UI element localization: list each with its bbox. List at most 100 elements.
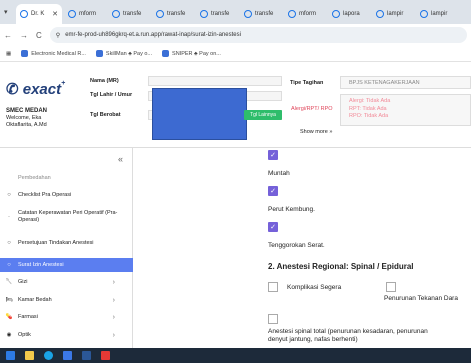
option-tenggorokan: Tenggorokan Serat.	[268, 242, 325, 249]
alergi-label: Alergi/RPT/ RPO	[291, 106, 333, 112]
sidebar-item-label: Pembedahan	[18, 174, 51, 181]
option-perut-kembung: Perut Kembung.	[268, 206, 315, 213]
sidebar-item-label: Checklist Pra Operasi	[18, 191, 72, 198]
checkbox-unchecked[interactable]	[268, 282, 278, 292]
chevron-right-icon: ›	[112, 296, 115, 304]
sidebar-item-kamar-bedah[interactable]: 🛏 Kamar Bedah ›	[0, 293, 133, 307]
browser-tab[interactable]: transfe	[196, 4, 238, 24]
checkbox-checked[interactable]: ✓	[268, 186, 278, 196]
bed-icon: 🛏	[5, 296, 13, 303]
sidebar-item-checklist[interactable]: ○ Checklist Pra Operasi	[0, 188, 133, 202]
main-form: ✓ Muntah ✓ Perut Kembung. ✓ Tenggorokan …	[134, 148, 471, 348]
sidebar-item-label: Kamar Bedah	[18, 296, 52, 303]
org-name: SMEC MEDAN	[6, 108, 48, 114]
site-info-icon[interactable]: ⚲	[56, 32, 60, 39]
tab-label: lapora	[343, 11, 360, 17]
sidebar-item-pembedahan[interactable]: Pembedahan	[0, 173, 133, 183]
windows-start-icon[interactable]	[6, 351, 15, 360]
option-komplikasi-segera: Komplikasi Segera	[287, 284, 342, 291]
browser-tab[interactable]: Dr. K ✕	[16, 4, 62, 24]
sidebar-item-optik[interactable]: ◉ Optik ›	[0, 328, 133, 342]
tab-label: transfe	[255, 11, 274, 17]
label-tgl-lahir: Tgl Lahir / Umur	[90, 92, 133, 98]
circle-icon: ○	[7, 239, 11, 246]
tab-favicon-icon	[20, 10, 28, 18]
browser-tab-bar: ▾ Dr. K ✕ mform transfe transfe transfe t…	[0, 0, 471, 24]
edge-browser-icon[interactable]	[44, 351, 53, 360]
os-taskbar	[0, 348, 471, 363]
tab-label: transfe	[211, 11, 230, 17]
tgl-lainnya-button[interactable]: Tgl Lainnya	[244, 110, 282, 120]
bookmark-icon	[162, 50, 170, 57]
label-nama: Nama (MR)	[90, 78, 119, 84]
tab-favicon-icon	[244, 10, 252, 18]
tab-favicon-icon	[376, 10, 384, 18]
browser-tab[interactable]: transfe	[108, 4, 150, 24]
browser-tab[interactable]: transfe	[152, 4, 194, 24]
tab-favicon-icon	[156, 10, 164, 18]
sidebar-item-persetujuan[interactable]: ○ Persetujuan Tindakan Anestesi	[0, 232, 133, 254]
forward-icon[interactable]: →	[20, 31, 28, 40]
checkbox-checked[interactable]: ✓	[268, 222, 278, 232]
checkbox-unchecked[interactable]	[268, 314, 278, 324]
word-icon[interactable]	[82, 351, 91, 360]
browser-tab[interactable]: transfe	[240, 4, 282, 24]
tab-search-icon[interactable]: ▾	[4, 8, 8, 16]
checkbox-unchecked[interactable]	[386, 282, 396, 292]
eye-icon: ◉	[6, 331, 12, 338]
browser-tab[interactable]: lampir	[416, 4, 458, 24]
sidebar-item-label: Farmasi	[18, 313, 38, 320]
reload-icon[interactable]: C	[36, 31, 42, 40]
sidebar-item-label: Gizi	[18, 278, 28, 285]
bookmark-label: Electronic Medical R...	[31, 50, 86, 57]
chevron-right-icon: ›	[112, 331, 115, 339]
browser-tab[interactable]: mform	[284, 4, 326, 24]
circle-icon: ○	[7, 191, 11, 198]
label-tgl-berobat: Tgl Berobat	[90, 112, 121, 118]
welcome-text: Welcome, Eka	[6, 115, 42, 121]
bookmark-item[interactable]: Electronic Medical R...	[21, 50, 86, 57]
show-more-link[interactable]: Show more »	[300, 129, 332, 135]
browser-tab[interactable]: lapora	[328, 4, 370, 24]
pdf-icon[interactable]	[101, 351, 110, 360]
apps-grid-icon[interactable]: ▦	[6, 51, 11, 57]
close-tab-icon[interactable]: ✕	[52, 10, 58, 18]
browser-tab[interactable]: lampir	[372, 4, 414, 24]
bookmarks-bar: ▦ Electronic Medical R... SkillMan ♣ Pay…	[0, 46, 471, 62]
rpo-line: RPO: Tidak Ada	[349, 113, 389, 119]
back-icon[interactable]: ←	[4, 31, 12, 40]
tipe-tagihan-label: Tipe Tagihan	[290, 80, 324, 86]
checkbox-checked[interactable]: ✓	[268, 150, 278, 160]
tab-label: lampir	[431, 11, 448, 17]
alergi-line: Alergi: Tidak Ada	[349, 98, 391, 104]
option-spinal-total: Anestesi spinal total (penurunan kesadar…	[268, 328, 428, 335]
bookmark-item[interactable]: SNIPER ♣ Pay on...	[162, 50, 221, 57]
tab-favicon-icon	[200, 10, 208, 18]
chevron-right-icon: ›	[112, 278, 115, 286]
app-icon[interactable]	[63, 351, 72, 360]
tab-favicon-icon	[420, 10, 428, 18]
sidebar-item-catatan-keperawatan[interactable]: · Catatan Keperawatan Peri Operatif (Pra-…	[0, 206, 133, 228]
app-logo[interactable]: ✆ exact+	[6, 80, 65, 98]
bookmark-icon	[21, 50, 29, 57]
bookmark-item[interactable]: SkillMan ♣ Pay o...	[95, 50, 152, 57]
tab-label: transfe	[123, 11, 142, 17]
file-explorer-icon[interactable]	[25, 351, 34, 360]
logo-icon: ✆	[6, 81, 19, 98]
collapse-sidebar-icon[interactable]: «	[118, 154, 123, 164]
circle-icon: ○	[7, 261, 11, 268]
tab-label: Dr. K	[31, 11, 45, 17]
rpt-line: RPT: Tidak Ada	[349, 105, 387, 112]
sidebar-item-gizi[interactable]: 🥄 Gizi ›	[0, 275, 133, 289]
tipe-tagihan-value: BPJS KETENAGAKERJAAN	[340, 76, 471, 89]
tab-favicon-icon	[288, 10, 296, 18]
tab-label: transfe	[167, 11, 186, 17]
sidebar-item-farmasi[interactable]: 💊 Farmasi ›	[0, 310, 133, 324]
browser-tab[interactable]: mform	[64, 4, 106, 24]
bookmark-icon	[95, 50, 103, 57]
tab-favicon-icon	[332, 10, 340, 18]
redacted-patient-info	[152, 88, 247, 140]
screen: ▾ Dr. K ✕ mform transfe transfe transfe t…	[0, 0, 471, 363]
address-bar[interactable]: ⚲ emr-fe-prod-uh896gkrq-et.a.run.app/raw…	[49, 27, 467, 43]
sidebar-item-surat-izin-anestesi[interactable]: ○ Surat Izin Anestesi	[0, 258, 133, 272]
